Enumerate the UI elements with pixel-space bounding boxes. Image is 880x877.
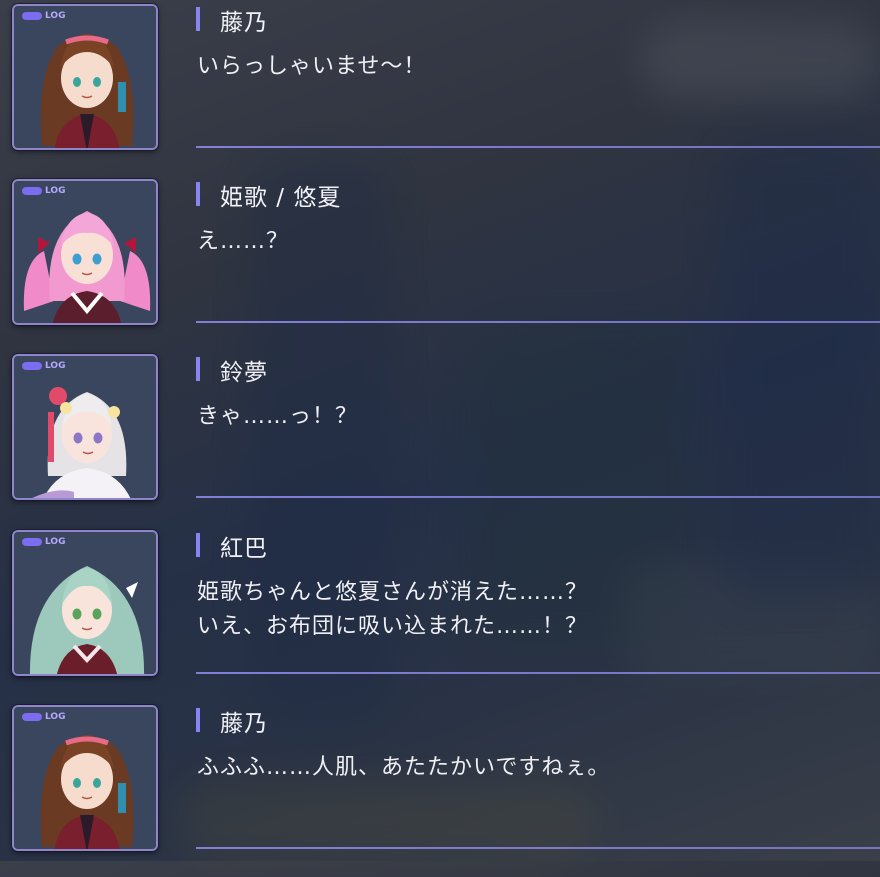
entry-divider [196,146,880,148]
log-entry: LOG 藤乃 いらっしゃいませ〜！ [0,0,880,176]
log-badge-pill [22,362,42,370]
portrait-frame[interactable]: LOG [12,705,158,851]
speaker-name: 鈴夢 [220,360,268,386]
portrait-frame[interactable]: LOG [12,179,158,325]
speaker-marker [196,533,200,557]
speaker-marker [196,7,200,31]
dialogue-line: ふふふ……人肌、あたたかいですねぇ。 [197,755,611,780]
speaker-name: 紅巴 [220,536,268,562]
log-badge-label: LOG [45,537,66,547]
log-badge-pill [22,187,42,195]
log-badge-label: LOG [45,361,66,371]
log-badge-label: LOG [45,186,66,196]
log-entry: LOG 姫歌 / 悠夏 え……？ [0,175,880,351]
suzume-portrait-icon [14,356,156,498]
log-badge: LOG [22,536,65,548]
log-entry: LOG 鈴夢 きゃ……っ！？ [0,350,880,526]
speaker-marker [196,182,200,206]
portrait-frame[interactable]: LOG [12,530,158,676]
speaker-name: 姫歌 / 悠夏 [220,185,342,211]
entry-divider [196,321,880,323]
log-entry: LOG 紅巴 姫歌ちゃんと悠夏さんが消えた……？ いえ、お布団に吸い込まれた……… [0,526,880,702]
entry-divider [196,847,880,849]
backlog-list[interactable]: LOG 藤乃 いらっしゃいませ〜！ LOG 姫歌 / 悠夏 え……？ LOG 鈴… [0,0,880,861]
himeka-portrait-icon [14,181,156,323]
log-badge-pill [22,538,42,546]
portrait-frame[interactable]: LOG [12,4,158,150]
log-badge-pill [22,12,42,20]
dialogue-line: え……？ [197,229,290,254]
log-badge: LOG [22,185,65,197]
tomoe-portrait-icon [14,532,156,674]
dialogue-line: いえ、お布団に吸い込まれた……！？ [197,614,589,639]
log-badge-pill [22,713,42,721]
log-badge: LOG [22,360,65,372]
dialogue-line: きゃ……っ！？ [197,404,359,429]
log-badge: LOG [22,711,65,723]
fujino-portrait-icon [14,707,156,849]
portrait-frame[interactable]: LOG [12,354,158,500]
speaker-marker [196,357,200,381]
entry-divider [196,496,880,498]
log-badge-label: LOG [45,11,66,21]
log-badge: LOG [22,10,65,22]
log-badge-label: LOG [45,712,66,722]
speaker-marker [196,708,200,732]
dialogue-line: いらっしゃいませ〜！ [197,54,427,79]
fujino-portrait-icon [14,6,156,148]
entry-divider [196,672,880,674]
log-entry: LOG 藤乃 ふふふ……人肌、あたたかいですねぇ。 [0,701,880,877]
speaker-name: 藤乃 [220,711,268,737]
speaker-name: 藤乃 [220,10,268,36]
dialogue-line: 姫歌ちゃんと悠夏さんが消えた……？ [197,580,589,605]
